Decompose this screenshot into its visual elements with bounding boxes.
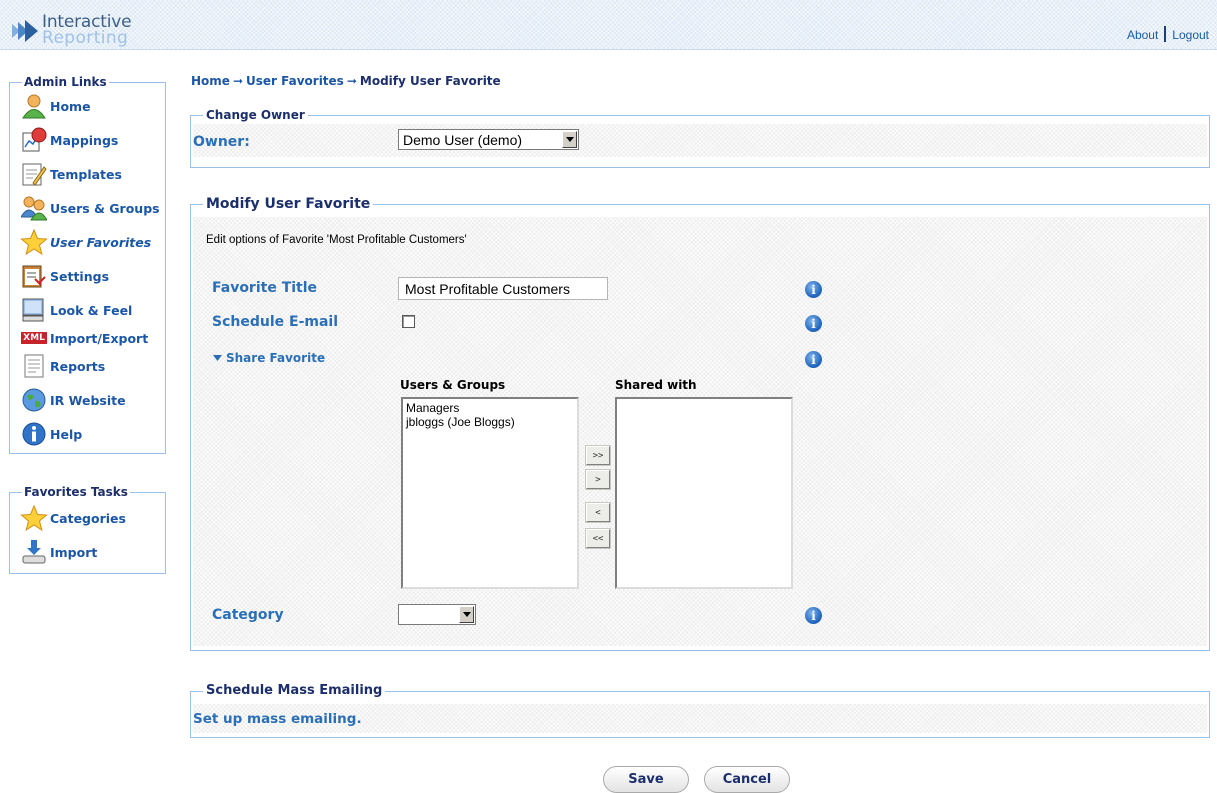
about-link[interactable]: About [1127, 28, 1158, 42]
triangle-down-icon [213, 355, 222, 361]
sidebar-item-label: Home [50, 98, 91, 114]
app-logo[interactable]: Interactive Reporting [12, 12, 142, 48]
modify-favorite-section: Modify User Favorite Edit options of Fav… [190, 196, 1210, 651]
move-right-button[interactable]: > [586, 470, 610, 489]
owner-select-value: Demo User (demo) [403, 131, 523, 148]
user-icon [20, 92, 48, 120]
sidebar-item-label: Categories [50, 510, 126, 526]
list-item[interactable]: jbloggs (Joe Bloggs) [406, 415, 574, 429]
schedule-email-label: Schedule E-mail [212, 314, 339, 330]
owner-select[interactable]: Demo User (demo) [398, 129, 579, 150]
favorite-title-info-icon[interactable]: i [805, 281, 822, 298]
save-button[interactable]: Save [603, 766, 689, 793]
sidebar-item-help[interactable]: Help [20, 419, 82, 449]
sidebar-item-label: Help [50, 426, 83, 442]
sidebar-item-label: Import [50, 544, 98, 560]
sidebar-item-label: IR Website [50, 392, 126, 408]
report-icon [20, 352, 48, 380]
modify-favorite-description: Edit options of Favorite 'Most Profitabl… [206, 234, 467, 246]
sidebar-item-user-favorites[interactable]: User Favorites [20, 227, 151, 257]
move-all-left-button[interactable]: << [586, 529, 610, 548]
logo-text-line2: Reporting [42, 28, 129, 48]
sidebar-item-label: Settings [50, 268, 110, 284]
sidebar-item-users-groups[interactable]: Users & Groups [20, 193, 160, 223]
change-owner-legend: Change Owner [203, 108, 308, 122]
sidebar-item-import[interactable]: Import [20, 537, 97, 567]
sidebar-item-label: User Favorites [50, 234, 152, 250]
move-left-button[interactable]: < [586, 503, 610, 522]
sidebar-item-templates[interactable]: Templates [20, 159, 122, 189]
favorites-tasks-title: Favorites Tasks [22, 485, 130, 499]
breadcrumb: Home ➞ User Favorites ➞ Modify User Favorite [191, 74, 501, 88]
sidebar-item-label: Import/Export [50, 330, 149, 346]
xml-icon: XML [20, 324, 48, 352]
star-icon [20, 504, 48, 532]
breadcrumb-user-favorites-link[interactable]: User Favorites [246, 74, 344, 88]
sidebar-item-ir-website[interactable]: IR Website [20, 385, 126, 415]
link-separator [1164, 26, 1167, 42]
breadcrumb-arrow-icon: ➞ [232, 74, 243, 88]
set-up-mass-emailing-link[interactable]: Set up mass emailing. [193, 711, 362, 727]
list-item[interactable]: Managers [406, 401, 574, 415]
schedule-email-info-icon[interactable]: i [805, 315, 822, 332]
mass-email-row: Set up mass emailing. [193, 704, 1207, 733]
owner-label: Owner: [193, 134, 250, 150]
favorite-title-input[interactable] [398, 277, 608, 300]
sidebar-item-home[interactable]: Home [20, 91, 91, 121]
globe-icon [20, 386, 48, 414]
top-links: About Logout [1127, 26, 1209, 42]
import-icon [20, 538, 48, 566]
star-icon [20, 228, 48, 256]
monitor-icon [20, 296, 48, 324]
admin-links-title: Admin Links [22, 75, 109, 89]
shared-with-header: Shared with [615, 378, 697, 392]
shared-with-listbox[interactable] [615, 397, 793, 589]
users-groups-icon [20, 194, 48, 222]
logout-link[interactable]: Logout [1172, 28, 1209, 42]
cancel-button[interactable]: Cancel [704, 766, 790, 793]
favorite-title-label: Favorite Title [212, 280, 318, 296]
sidebar-item-reports[interactable]: Reports [20, 351, 105, 381]
admin-links-panel: Admin Links Home Mappings Templates User… [9, 75, 166, 454]
chevron-down-icon[interactable] [459, 606, 474, 623]
share-favorite-info-icon[interactable]: i [805, 351, 822, 368]
sidebar-item-categories[interactable]: Categories [20, 503, 126, 533]
mass-email-section: Schedule Mass Emailing Set up mass email… [190, 683, 1210, 738]
users-groups-listbox[interactable]: Managers jbloggs (Joe Bloggs) [401, 397, 579, 589]
breadcrumb-home-link[interactable]: Home [191, 74, 230, 88]
change-owner-section: Change Owner Owner: Demo User (demo) [190, 108, 1210, 168]
sidebar-item-label: Mappings [50, 132, 119, 148]
sidebar-item-mappings[interactable]: Mappings [20, 125, 118, 155]
logo-arrows-icon [12, 20, 38, 42]
mappings-icon [20, 126, 48, 154]
category-label: Category [212, 607, 284, 623]
templates-icon [20, 160, 48, 188]
modify-favorite-legend: Modify User Favorite [203, 196, 374, 212]
sidebar-item-label: Templates [50, 166, 122, 182]
info-icon [20, 420, 48, 448]
sidebar-item-label: Reports [50, 358, 106, 374]
header-bar: Interactive Reporting About Logout [0, 0, 1217, 50]
change-owner-row: Owner: Demo User (demo) [193, 124, 1207, 157]
mass-email-legend: Schedule Mass Emailing [203, 683, 386, 698]
settings-icon [20, 262, 48, 290]
sidebar-item-look-feel[interactable]: Look & Feel [20, 295, 132, 325]
share-favorite-label: Share Favorite [226, 351, 326, 365]
breadcrumb-current: Modify User Favorite [359, 74, 501, 88]
xml-badge: XML [21, 332, 47, 344]
move-all-right-button[interactable]: >> [586, 446, 610, 465]
sidebar-item-label: Users & Groups [50, 200, 160, 216]
favorites-tasks-panel: Favorites Tasks Categories Import [9, 485, 166, 574]
sidebar-item-import-export[interactable]: XML Import/Export [20, 323, 148, 353]
chevron-down-icon[interactable] [562, 131, 577, 148]
breadcrumb-arrow-icon: ➞ [346, 74, 357, 88]
sidebar-item-label: Look & Feel [50, 302, 133, 318]
schedule-email-checkbox[interactable] [402, 315, 415, 328]
sidebar-item-settings[interactable]: Settings [20, 261, 109, 291]
users-groups-header: Users & Groups [400, 378, 506, 392]
share-favorite-toggle[interactable]: Share Favorite [213, 351, 325, 365]
category-info-icon[interactable]: i [805, 607, 822, 624]
category-select[interactable] [398, 604, 476, 625]
